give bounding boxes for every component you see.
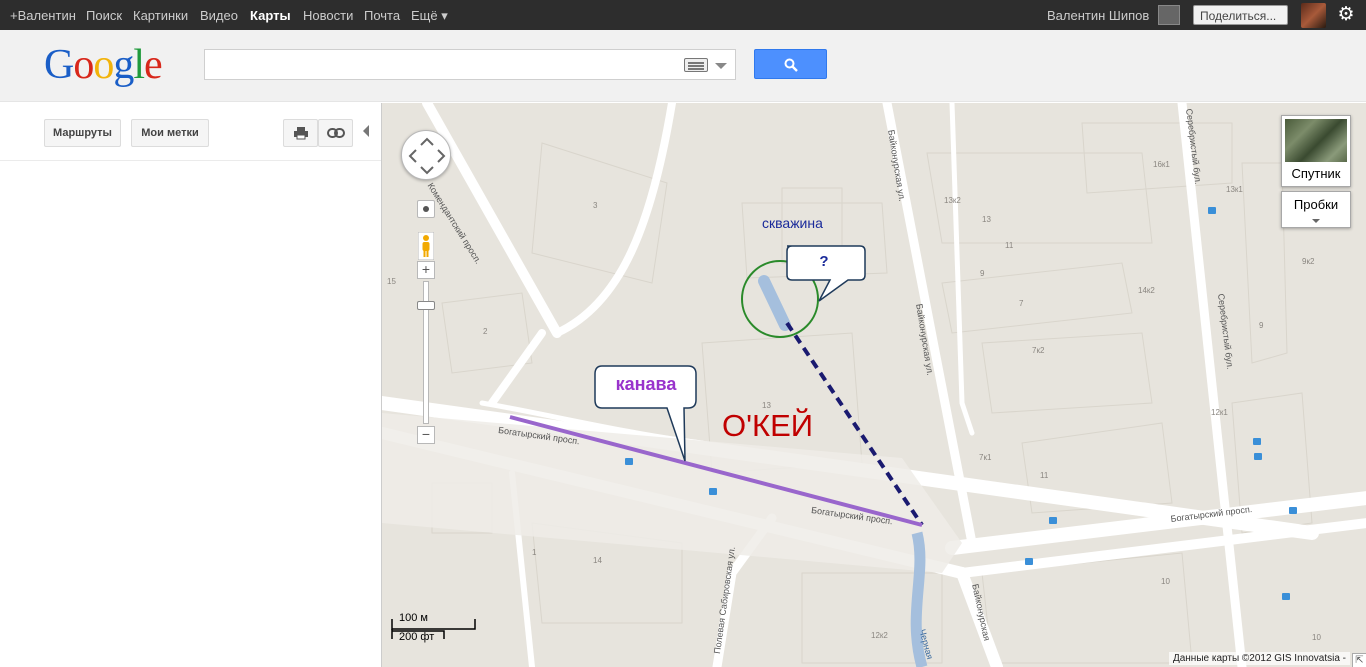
house-number: 14к2 (1138, 286, 1155, 295)
pegman-icon[interactable] (418, 232, 434, 260)
print-icon (293, 127, 308, 140)
zoom-out-button[interactable]: − (417, 426, 435, 444)
store-label: О'КЕЙ (722, 408, 814, 443)
house-number: 15 (387, 277, 396, 286)
left-toolbar: Маршруты Мои метки (0, 103, 381, 161)
print-button[interactable] (283, 119, 318, 147)
satellite-label: Спутник (1291, 166, 1341, 181)
google-bar: +Валентин Поиск Картинки Видео Карты Нов… (0, 0, 1366, 30)
house-number: 7к2 (1032, 346, 1045, 355)
house-number: 14 (593, 556, 602, 565)
scale-meters: 100 м (399, 612, 428, 624)
map-canvas[interactable]: Комендантский просп. Байконурская ул. Ба… (381, 103, 1366, 667)
traffic-button[interactable]: Пробки (1281, 191, 1351, 228)
scale-bar: 100 м 200 фт (390, 611, 480, 645)
routes-button[interactable]: Маршруты (44, 119, 121, 147)
house-number: 13к2 (944, 196, 961, 205)
notifications-button[interactable] (1158, 5, 1180, 25)
zoom-handle[interactable] (417, 301, 435, 310)
house-number: 12к1 (1211, 408, 1228, 417)
house-number: 9 (980, 269, 985, 278)
search-box (204, 49, 736, 80)
nav-link-more[interactable]: Ещё ▾ (411, 8, 448, 24)
map-attribution[interactable]: Данные карты ©2012 GIS Innovatsia - (1168, 652, 1350, 665)
zoom-in-button[interactable]: + (417, 261, 435, 279)
search-icon (784, 58, 798, 72)
house-number: 3 (593, 201, 598, 210)
scale-feet: 200 фт (399, 631, 435, 643)
map-base (382, 103, 1366, 667)
house-number: 13 (982, 215, 991, 224)
house-number: 7 (1019, 299, 1024, 308)
house-number: 11 (1005, 241, 1014, 250)
user-name[interactable]: Валентин Шипов (1047, 8, 1149, 23)
house-number: 2 (483, 327, 488, 336)
expand-icon[interactable]: ⇱ (1352, 653, 1366, 667)
house-number: 1 (532, 548, 537, 557)
link-button[interactable] (318, 119, 353, 147)
google-logo[interactable]: Google (44, 43, 163, 87)
reset-view-button[interactable] (417, 200, 435, 218)
search-button[interactable] (754, 49, 827, 79)
house-number: 10 (1312, 633, 1321, 642)
nav-link-news[interactable]: Новости (303, 8, 353, 23)
well-label: скважина (762, 215, 823, 231)
gear-icon[interactable]: ⚙ (1336, 5, 1356, 25)
nav-link-images[interactable]: Картинки (133, 8, 188, 23)
nav-link-mail[interactable]: Почта (364, 8, 400, 23)
house-number: 13к1 (1226, 185, 1243, 194)
house-number: 9к2 (1302, 257, 1315, 266)
chevron-down-icon (1312, 219, 1320, 223)
house-number: 11 (1040, 471, 1049, 480)
pan-control[interactable] (401, 130, 451, 180)
collapse-panel-icon[interactable] (363, 125, 369, 137)
traffic-label: Пробки (1293, 197, 1339, 212)
question-label: ? (819, 253, 829, 270)
house-number: 16к1 (1153, 160, 1170, 169)
header: Google (0, 30, 1366, 102)
house-number: 12к2 (871, 631, 888, 640)
search-input[interactable] (205, 50, 675, 79)
house-number: 9 (1259, 321, 1264, 330)
nav-link-search[interactable]: Поиск (86, 8, 122, 23)
keyboard-icon[interactable] (684, 58, 708, 72)
left-panel: Маршруты Мои метки (0, 103, 381, 667)
share-button[interactable]: Поделиться... (1193, 5, 1288, 25)
satellite-button[interactable]: Спутник (1281, 115, 1351, 187)
nav-link-plus[interactable]: +Валентин (10, 8, 76, 23)
link-icon (326, 128, 345, 138)
pan-arrows-icon (408, 137, 446, 175)
avatar[interactable] (1301, 3, 1326, 28)
house-number: 7к1 (979, 453, 992, 462)
house-number: 10 (1161, 577, 1170, 586)
my-places-button[interactable]: Мои метки (131, 119, 209, 147)
chevron-down-icon[interactable] (715, 63, 727, 69)
nav-link-maps[interactable]: Карты (250, 8, 291, 23)
ditch-label: канава (615, 374, 677, 394)
satellite-thumbnail (1285, 119, 1347, 162)
nav-link-video[interactable]: Видео (200, 8, 238, 23)
